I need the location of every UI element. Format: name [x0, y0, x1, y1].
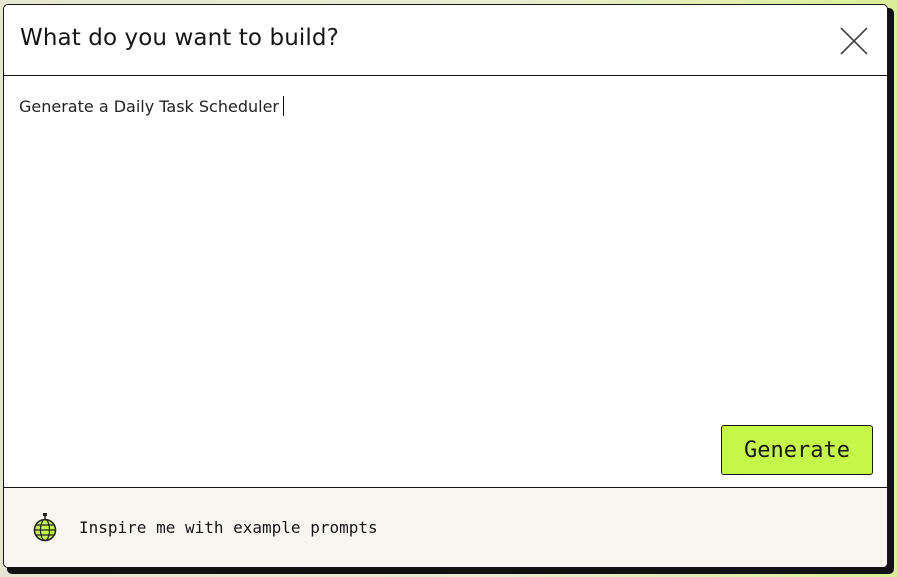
inspire-me-link[interactable]: Inspire me with example prompts: [32, 512, 378, 542]
text-caret: [283, 96, 284, 116]
dialog-header: What do you want to build?: [4, 5, 887, 76]
close-icon: [840, 27, 868, 55]
disco-globe-icon: [32, 512, 58, 542]
close-button[interactable]: [839, 26, 869, 56]
prompt-text-line[interactable]: Generate a Daily Task Scheduler: [19, 96, 284, 116]
inspire-label: Inspire me with example prompts: [79, 517, 378, 537]
prompt-input[interactable]: Generate a Daily Task Scheduler Generate: [4, 76, 887, 489]
dialog-footer: Inspire me with example prompts: [4, 487, 887, 567]
generate-button[interactable]: Generate: [721, 425, 873, 475]
dialog-title: What do you want to build?: [20, 25, 339, 51]
build-dialog: What do you want to build? Generate a Da…: [3, 4, 888, 568]
prompt-value: Generate a Daily Task Scheduler: [19, 97, 279, 116]
